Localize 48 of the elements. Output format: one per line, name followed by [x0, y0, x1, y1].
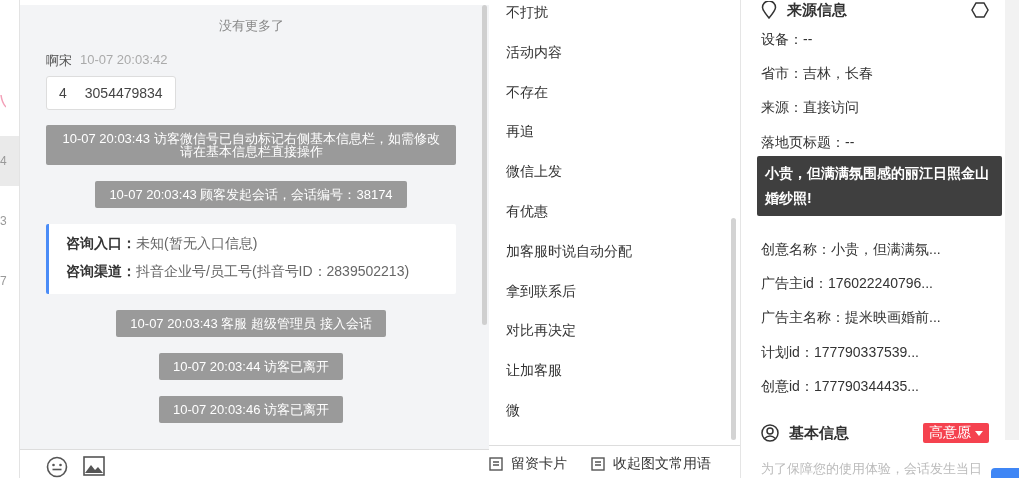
caret-icon [975, 430, 983, 436]
document-icon [591, 457, 605, 471]
section-title: 来源信息 [787, 0, 847, 20]
user-icon [761, 424, 779, 442]
scrollbar[interactable] [731, 218, 736, 440]
quick-phrase[interactable]: 拿到联系后 [506, 282, 740, 323]
quick-phrase[interactable]: 微信上发 [506, 163, 740, 203]
system-message: 10-07 20:03:43 客服 超级管理员 接入会话 [116, 310, 386, 337]
quick-phrase[interactable]: 加客服时说自动分配 [506, 242, 740, 283]
message-bubble: 4 3054479834 [46, 76, 176, 110]
quick-phrase[interactable]: 不打扰 [506, 4, 740, 44]
info-row-text: 咨询渠道：抖音企业号/员工号(抖音号ID：2839502213) [66, 262, 411, 281]
info-field: 计划id：177790337539... [761, 343, 989, 378]
info-field: 省市：吉林，长春 [761, 65, 989, 100]
info-field: 广告主名称：提米映画婚前... [761, 309, 989, 344]
intent-dropdown[interactable]: 高意愿 [923, 423, 989, 443]
toolbar-button[interactable]: 留资卡片 [489, 456, 567, 472]
info-field: 创意id：177790344435... [761, 377, 989, 413]
system-message: 10-07 20:03:43 访客微信号已自动标记右侧基本信息栏，如需修改请在基本信息栏直接操作 [46, 125, 456, 165]
hexagon-icon[interactable] [971, 1, 989, 19]
location-pin-icon [761, 1, 777, 19]
end-notice: 没有更多了 [218, 17, 284, 35]
quick-phrase[interactable]: 有优惠 [506, 203, 740, 243]
message-time: 10-07 20:03:42 [80, 52, 168, 69]
info-field: 广告主id：176022240796... [761, 275, 989, 310]
info-row-text: 咨询入口：未知(暂无入口信息) [66, 234, 259, 253]
info-field: 来源：直接访问 [761, 99, 989, 134]
document-icon [489, 457, 503, 471]
info-field: 创意名称：小贵，但满满氛... [761, 240, 989, 276]
quick-phrase[interactable]: 对比再决定 [506, 322, 740, 363]
toolbar-button[interactable]: 收起图文常用语 [591, 456, 711, 472]
scrollbar[interactable] [482, 5, 487, 325]
sender-name: 啊宋 [46, 52, 72, 70]
emoji-icon[interactable] [46, 456, 68, 478]
quick-phrase[interactable]: 活动内容 [506, 43, 740, 84]
hint-text: 为了保障您的使用体验，会话发生当日 [761, 459, 983, 478]
info-field: 设备：-- [761, 31, 989, 66]
system-message: 10-07 20:03:43 顾客发起会话，会话编号：38174 [95, 181, 407, 208]
quick-phrase[interactable]: 微 [506, 401, 740, 442]
quick-phrase[interactable]: 让加客服 [506, 362, 740, 402]
swoosh-icon [0, 94, 6, 108]
section-title: 基本信息 [789, 423, 849, 443]
tooltip: 小贵，但满满氛围感的丽江日照金山婚纱照! [757, 155, 1002, 216]
system-message: 10-07 20:03:46 访客已离开 [158, 396, 344, 423]
quick-phrase[interactable]: 再追 [506, 123, 740, 164]
image-icon[interactable] [83, 456, 105, 476]
quick-phrase[interactable]: 不存在 [506, 83, 740, 124]
system-message: 10-07 20:03:44 访客已离开 [158, 353, 344, 380]
